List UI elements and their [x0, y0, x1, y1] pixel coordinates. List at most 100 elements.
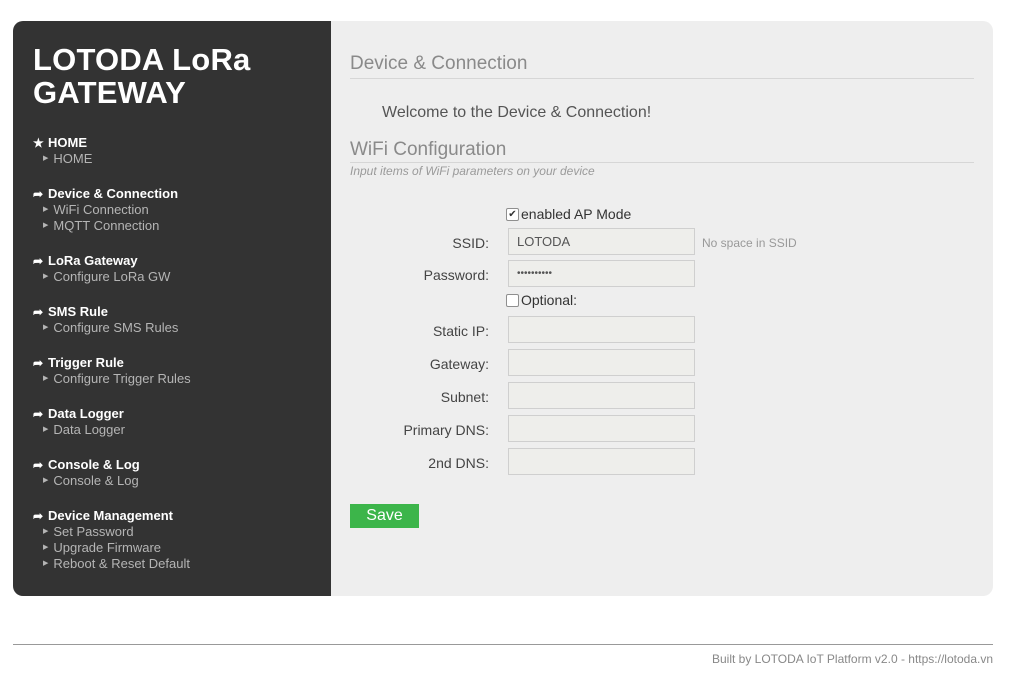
- footer-divider: [13, 644, 993, 645]
- sidebar-item-label: Console & Log: [48, 457, 140, 472]
- primary-dns-label: Primary DNS:: [403, 422, 489, 438]
- save-button[interactable]: Save: [350, 504, 419, 528]
- nav-group: ➦ Trigger Rule ▶ Configure Trigger Rules: [33, 355, 311, 387]
- optional-checkbox[interactable]: [506, 294, 519, 307]
- sidebar-subitem-label: HOME: [53, 151, 93, 166]
- gateway-label: Gateway:: [429, 356, 489, 372]
- ssid-label: SSID:: [452, 235, 489, 251]
- arrow-right-icon: ➦: [33, 187, 44, 201]
- ap-mode-label: enabled AP Mode: [521, 206, 632, 222]
- subnet-row: Subnet:: [331, 381, 991, 413]
- second-dns-row: 2nd DNS:: [331, 447, 991, 479]
- sidebar-subitem-label: Upgrade Firmware: [53, 540, 162, 555]
- brand-line-2: GATEWAY: [33, 75, 186, 110]
- sidebar-subitem-label: WiFi Connection: [53, 202, 149, 217]
- ap-mode-checkbox[interactable]: ✔: [506, 208, 519, 221]
- sidebar-subitem-label: MQTT Connection: [53, 218, 160, 233]
- sidebar-subitem[interactable]: ▶ Configure SMS Rules: [33, 320, 311, 336]
- static-ip-label: Static IP:: [432, 323, 489, 339]
- triangle-right-icon: ▶: [43, 375, 49, 382]
- triangle-right-icon: ▶: [43, 426, 49, 433]
- nav-group: ➦ SMS Rule ▶ Configure SMS Rules: [33, 304, 311, 336]
- static-ip-row: Static IP:: [331, 315, 991, 347]
- app-container: LOTODA LoRa GATEWAY ★ HOME ▶ HOME ➦ Device & …: [13, 21, 993, 596]
- sidebar-subitem-label: Reboot & Reset Default: [53, 556, 190, 571]
- triangle-right-icon: ▶: [43, 528, 49, 535]
- sidebar-subitem-label: Configure SMS Rules: [53, 320, 179, 335]
- sidebar-item[interactable]: ➦ LoRa Gateway: [33, 253, 311, 269]
- password-input[interactable]: ••••••••••: [508, 260, 695, 287]
- star-icon: ★: [33, 136, 44, 150]
- page-title: Device & Connection: [350, 52, 974, 79]
- sidebar-nav: ★ HOME ▶ HOME ➦ Device & Connection ▶ WiFi Conn…: [33, 135, 311, 572]
- gateway-input[interactable]: [508, 349, 695, 376]
- nav-group: ➦ Data Logger ▶ Data Logger: [33, 406, 311, 438]
- password-row: Password: ••••••••••: [331, 259, 991, 291]
- sidebar-item-label: Device & Connection: [48, 186, 179, 201]
- static-ip-input[interactable]: [508, 316, 695, 343]
- triangle-right-icon: ▶: [43, 477, 49, 484]
- subnet-input[interactable]: [508, 382, 695, 409]
- sidebar-item[interactable]: ➦ Device Management: [33, 508, 311, 524]
- sidebar-subitem-label: Configure LoRa GW: [53, 269, 171, 284]
- section-description: Input items of WiFi parameters on your d…: [350, 164, 595, 178]
- sidebar-subitem[interactable]: ▶ Upgrade Firmware: [33, 540, 311, 556]
- sidebar-item-label: HOME: [48, 135, 87, 150]
- sidebar-subitem[interactable]: ▶ MQTT Connection: [33, 218, 311, 234]
- brand-line-1: LOTODA LoRa: [33, 42, 251, 77]
- arrow-right-icon: ➦: [33, 458, 44, 472]
- arrow-right-icon: ➦: [33, 509, 44, 523]
- sidebar-item-label: SMS Rule: [48, 304, 108, 319]
- primary-dns-input[interactable]: [508, 415, 695, 442]
- sidebar-subitem[interactable]: ▶ WiFi Connection: [33, 202, 311, 218]
- sidebar-item[interactable]: ➦ Trigger Rule: [33, 355, 311, 371]
- ssid-row: SSID: LOTODA No space in SSID: [331, 227, 991, 259]
- sidebar-subitem[interactable]: ▶ Set Password: [33, 524, 311, 540]
- sidebar-item-label: Device Management: [48, 508, 173, 523]
- optional-label: Optional:: [521, 292, 578, 308]
- ap-mode-row: ✔ enabled AP Mode: [331, 205, 991, 227]
- nav-group: ➦ Device Management ▶ Set Password ▶ Upgrade …: [33, 508, 311, 572]
- triangle-right-icon: ▶: [43, 324, 49, 331]
- ssid-hint: No space in SSID: [702, 236, 797, 250]
- sidebar-item-label: Data Logger: [48, 406, 124, 421]
- sidebar-subitem[interactable]: ▶ Console & Log: [33, 473, 311, 489]
- sidebar-subitem[interactable]: ▶ Configure Trigger Rules: [33, 371, 311, 387]
- footer-text: Built by LOTODA IoT Platform v2.0 - http…: [711, 652, 993, 666]
- nav-group: ➦ Device & Connection ▶ WiFi Connection ▶ MQT…: [33, 186, 311, 234]
- sidebar-item[interactable]: ★ HOME: [33, 135, 311, 151]
- welcome-text: Welcome to the Device & Connection!: [382, 104, 652, 121]
- nav-group: ➦ LoRa Gateway ▶ Configure LoRa GW: [33, 253, 311, 285]
- subnet-label: Subnet:: [440, 389, 489, 405]
- sidebar-subitem-label: Configure Trigger Rules: [53, 371, 191, 386]
- nav-group: ➦ Console & Log ▶ Console & Log: [33, 457, 311, 489]
- triangle-right-icon: ▶: [43, 222, 49, 229]
- triangle-right-icon: ▶: [43, 206, 49, 213]
- section-title: WiFi Configuration: [350, 138, 974, 163]
- sidebar-item[interactable]: ➦ SMS Rule: [33, 304, 311, 320]
- arrow-right-icon: ➦: [33, 407, 44, 421]
- sidebar-subitem[interactable]: ▶ HOME: [33, 151, 311, 167]
- primary-dns-row: Primary DNS:: [331, 414, 991, 446]
- sidebar: LOTODA LoRa GATEWAY ★ HOME ▶ HOME ➦ Device & …: [13, 21, 331, 596]
- arrow-right-icon: ➦: [33, 356, 44, 370]
- triangle-right-icon: ▶: [43, 560, 49, 567]
- sidebar-item[interactable]: ➦ Data Logger: [33, 406, 311, 422]
- sidebar-subitem-label: Set Password: [53, 524, 134, 539]
- sidebar-item[interactable]: ➦ Console & Log: [33, 457, 311, 473]
- sidebar-subitem-label: Data Logger: [53, 422, 125, 437]
- arrow-right-icon: ➦: [33, 305, 44, 319]
- sidebar-item[interactable]: ➦ Device & Connection: [33, 186, 311, 202]
- arrow-right-icon: ➦: [33, 254, 44, 268]
- second-dns-input[interactable]: [508, 448, 695, 475]
- gateway-row: Gateway:: [331, 348, 991, 380]
- sidebar-subitem[interactable]: ▶ Data Logger: [33, 422, 311, 438]
- second-dns-label: 2nd DNS:: [428, 455, 489, 471]
- ssid-input[interactable]: LOTODA: [508, 228, 695, 255]
- main-content: Device & Connection Welcome to the Devic…: [331, 21, 993, 596]
- sidebar-subitem[interactable]: ▶ Configure LoRa GW: [33, 269, 311, 285]
- sidebar-item-label: Trigger Rule: [48, 355, 124, 370]
- sidebar-subitem[interactable]: ▶ Reboot & Reset Default: [33, 556, 311, 572]
- password-label: Password:: [423, 267, 489, 283]
- brand-title: LOTODA LoRa GATEWAY: [33, 43, 311, 109]
